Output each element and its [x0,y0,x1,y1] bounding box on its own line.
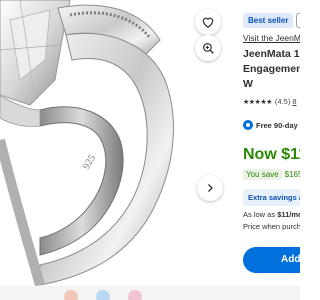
best-seller-badge: Best seller [243,13,294,28]
star-rating: ★★★★★ [243,98,272,106]
add-to-cart-label: Add [281,254,300,265]
toolbar-icon[interactable] [96,290,110,300]
secondary-badge: R [296,13,300,28]
returns-text: Free 90-day returns [256,120,300,130]
extra-savings-box[interactable]: Extra savings ava [243,189,300,206]
rating-row[interactable]: ★★★★★ (4.5) 8 [243,97,296,106]
bottom-toolbar [0,286,300,300]
returns-icon [243,120,253,130]
svg-text:925: 925 [81,153,98,171]
add-to-cart-button[interactable]: Add [243,247,300,273]
favorite-button[interactable] [195,9,221,35]
current-price: Now $11 [243,146,300,163]
financing-text: As low as $11/mo wi [243,210,300,219]
chevron-right-icon [208,184,213,192]
badge-row: Best sellerR [243,10,300,28]
finance-prefix: As low as [243,210,278,219]
next-image-button[interactable] [197,175,223,201]
product-details-panel: Best sellerR Visit the JeenMata Store Je… [243,0,300,300]
price-note: Price when purchased online [243,222,300,231]
review-count-link[interactable]: 8 [292,97,296,106]
save-amount: $165.0 [284,170,300,179]
zoom-in-icon [202,42,214,54]
you-save-label: You save [243,169,282,180]
toolbar-icon[interactable] [128,290,142,300]
rating-value: (4.5) [274,97,291,106]
toolbar-icon[interactable] [64,290,78,300]
returns-info: Free 90-day returns [243,120,300,130]
zoom-button[interactable] [195,35,221,61]
finance-amount: $11/mo [277,210,300,219]
savings-row: You save$165.0 [243,169,300,180]
brand-store-link[interactable]: Visit the JeenMata Store [243,33,300,43]
heart-icon [202,17,214,28]
product-title: JeenMata 1.7 Ct Engagement Ring - 18k W [243,48,300,90]
